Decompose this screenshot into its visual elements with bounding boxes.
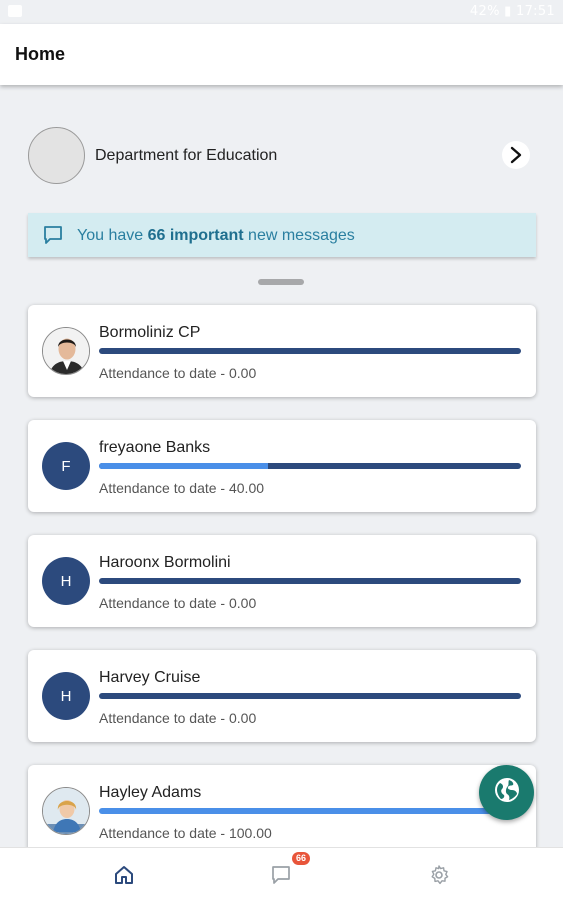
bottom-navigation: 66 — [0, 847, 563, 900]
organisation-name: Department for Education — [95, 147, 278, 164]
student-card[interactable]: H Harvey Cruise Attendance to date - 0.0… — [28, 650, 536, 742]
student-name: freyaone Banks — [99, 439, 211, 456]
student-avatar — [42, 327, 90, 375]
student-avatar: F — [42, 442, 90, 490]
status-bar: 42% ▮ 17:51 — [0, 0, 563, 24]
globe-icon — [492, 775, 522, 810]
messages-icon[interactable] — [269, 863, 293, 887]
student-name: Harvey Cruise — [99, 669, 201, 686]
page-title: Home — [15, 44, 66, 64]
attendance-progress-bar — [99, 808, 521, 814]
student-card[interactable]: H Haroonx Bormolini Attendance to date -… — [28, 535, 536, 627]
messages-badge: 66 — [292, 852, 310, 865]
important-messages-banner[interactable]: You have 66 important new messages — [28, 213, 536, 257]
attendance-label: Attendance to date - 0.00 — [99, 365, 257, 381]
student-card[interactable]: Hayley Adams Attendance to date - 100.00 — [28, 765, 536, 857]
attendance-label: Attendance to date - 0.00 — [99, 710, 257, 726]
home-icon[interactable] — [112, 863, 136, 887]
student-name: Haroonx Bormolini — [99, 554, 231, 571]
student-name: Hayley Adams — [99, 784, 202, 801]
status-bar-info: 42% ▮ 17:51 — [469, 4, 555, 19]
student-card[interactable]: F freyaone Banks Attendance to date - 40… — [28, 420, 536, 512]
chevron-right-icon[interactable] — [502, 141, 530, 169]
attendance-progress-bar — [99, 693, 521, 699]
globe-fab-button[interactable] — [479, 765, 534, 820]
attendance-progress-bar — [99, 348, 521, 354]
messages-banner-suffix: new messages — [243, 227, 355, 244]
messages-banner-prefix: You have — [77, 227, 148, 244]
student-avatar — [42, 787, 90, 835]
drag-handle[interactable] — [258, 279, 304, 285]
messages-banner-count: 66 important — [147, 227, 244, 244]
attendance-progress-bar — [99, 463, 521, 469]
organisation-avatar — [28, 127, 85, 184]
attendance-progress-bar — [99, 578, 521, 584]
student-avatar: H — [42, 557, 90, 605]
student-card[interactable]: Bormoliniz CP Attendance to date - 0.00 — [28, 305, 536, 397]
student-avatar: H — [42, 672, 90, 720]
messages-banner-text: You have 66 important new messages — [77, 227, 355, 245]
app-bar: Home — [0, 24, 563, 85]
attendance-label: Attendance to date - 0.00 — [99, 595, 257, 611]
attendance-label: Attendance to date - 100.00 — [99, 825, 272, 841]
organisation-row[interactable]: Department for Education — [28, 127, 536, 185]
student-name: Bormoliniz CP — [99, 324, 201, 341]
attendance-label: Attendance to date - 40.00 — [99, 480, 265, 496]
settings-icon[interactable] — [427, 863, 451, 887]
notification-icon — [8, 5, 22, 17]
message-icon — [42, 224, 64, 251]
